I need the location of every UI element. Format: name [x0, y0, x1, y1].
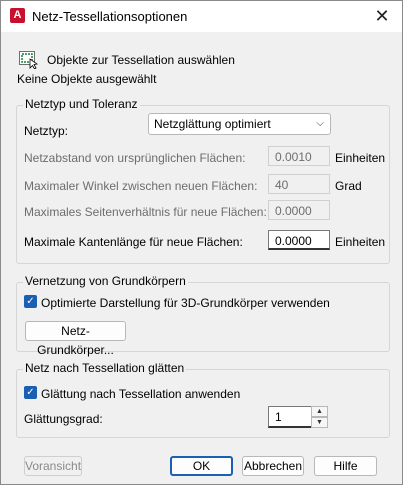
distance-field[interactable]: 0.0010 [268, 146, 330, 166]
dialog-window: A Netz-Tessellationsoptionen ✕ Objekte z… [0, 0, 403, 485]
mesh-type-select[interactable]: Netzglättung optimiert ⌵ [148, 113, 331, 135]
smoothing-group [16, 369, 390, 438]
spinner-down-icon[interactable]: ▼ [311, 417, 328, 428]
preview-button[interactable]: Voransicht [24, 456, 82, 476]
cancel-button[interactable]: Abbrechen [242, 456, 304, 476]
title-bar: A Netz-Tessellationsoptionen ✕ [1, 1, 402, 32]
spinner-up-icon[interactable]: ▲ [311, 406, 328, 417]
mesh-type-group-title: Netztyp und Toleranz [23, 97, 140, 111]
edge-unit: Einheiten [335, 235, 386, 249]
app-icon: A [10, 8, 25, 23]
ratio-label: Maximales Seitenverhältnis für neue Fläc… [24, 205, 267, 219]
smoothing-degree-label: Glättungsgrad: [24, 412, 103, 426]
select-objects-icon[interactable] [19, 51, 39, 69]
angle-unit: Grad [335, 179, 362, 193]
optimize-checkbox[interactable]: ✓ [24, 295, 37, 308]
selection-status: Keine Objekte ausgewählt [17, 72, 157, 86]
edge-field[interactable]: 0.0000 [268, 230, 330, 250]
smoothing-group-title: Netz nach Tessellation glätten [23, 361, 187, 375]
apply-smoothing-checkbox[interactable]: ✓ [24, 386, 37, 399]
edge-label: Maximale Kantenlänge für neue Flächen: [24, 235, 243, 249]
mesh-primitives-button[interactable]: Netz-Grundkörper... [25, 321, 126, 357]
angle-label: Maximaler Winkel zwischen neuen Flächen: [24, 179, 258, 193]
mesh-type-value: Netzglättung optimiert [154, 117, 271, 131]
close-button[interactable]: ✕ [370, 5, 394, 27]
mesh-type-label: Netztyp: [24, 124, 69, 138]
angle-field[interactable]: 40 [268, 174, 330, 194]
window-title: Netz-Tessellationsoptionen [32, 9, 188, 24]
optimize-label[interactable]: Optimierte Darstellung für 3D-Grundkörpe… [41, 296, 330, 310]
distance-label: Netzabstand von ursprünglichen Flächen: [24, 151, 246, 165]
select-objects-link[interactable]: Objekte zur Tessellation auswählen [47, 53, 235, 67]
smoothing-degree-spinner[interactable]: ▲ ▼ [311, 406, 328, 428]
primitives-group-title: Vernetzung von Grundkörpern [23, 274, 188, 288]
smoothing-degree-field[interactable]: 1 [268, 406, 312, 428]
apply-smoothing-label[interactable]: Glättung nach Tessellation anwenden [41, 387, 240, 401]
help-button[interactable]: Hilfe [314, 456, 377, 476]
ratio-field[interactable]: 0.0000 [268, 200, 330, 220]
chevron-down-icon: ⌵ [316, 118, 324, 129]
distance-unit: Einheiten [335, 151, 386, 165]
ok-button[interactable]: OK [170, 456, 233, 476]
